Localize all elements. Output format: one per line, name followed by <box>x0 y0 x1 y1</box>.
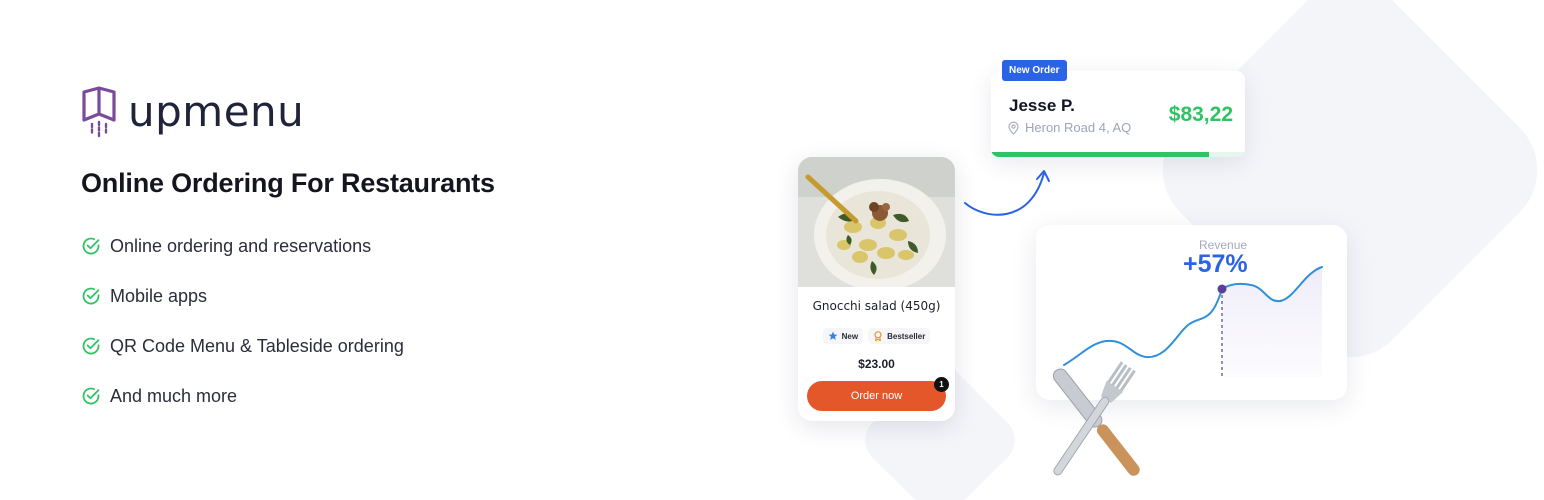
product-title: Gnocchi salad (450g) <box>812 299 941 313</box>
tag-new: New <box>822 328 864 344</box>
feature-label: Online ordering and reservations <box>110 236 372 256</box>
location-pin-icon <box>1008 121 1019 135</box>
feature-label: And much more <box>110 386 238 406</box>
product-price: $23.00 <box>858 357 895 371</box>
check-circle-icon <box>82 387 100 405</box>
new-order-badge: New Order <box>1002 60 1067 81</box>
product-tags: New Bestseller <box>798 328 955 344</box>
check-circle-icon <box>82 337 100 355</box>
page-title: Online Ordering For Restaurants <box>81 168 495 198</box>
feature-item: Mobile apps <box>81 284 404 334</box>
revenue-value: +57% <box>1183 250 1248 278</box>
order-progress-fill <box>991 152 1210 157</box>
product-card[interactable]: Gnocchi salad (450g) New Bestseller $23.… <box>798 157 955 421</box>
brand-logo: upmenu <box>80 86 304 138</box>
check-circle-icon <box>82 237 100 255</box>
brand-name: upmenu <box>128 87 305 136</box>
feature-item: And much more <box>81 384 404 434</box>
logo-mark-icon <box>82 86 116 138</box>
curved-arrow-icon <box>964 170 1050 216</box>
order-progress-bar <box>991 152 1245 157</box>
order-card[interactable]: Jesse P. Heron Road 4, AQ $83,22 <box>991 71 1245 157</box>
cart-count-badge: 1 <box>934 377 949 392</box>
tag-label: Bestseller <box>887 331 926 341</box>
star-icon <box>828 331 838 340</box>
feature-label: Mobile apps <box>110 286 208 306</box>
gnocchi-dish-illustration <box>798 157 955 287</box>
product-photo <box>798 157 955 287</box>
feature-item: QR Code Menu & Tableside ordering <box>81 334 404 384</box>
order-now-button[interactable]: Order now <box>807 381 946 411</box>
customer-name: Jesse P. <box>1009 96 1075 115</box>
award-icon <box>874 331 882 341</box>
order-amount: $83,22 <box>1168 103 1233 126</box>
tag-label: New <box>841 331 859 341</box>
feature-item: Online ordering and reservations <box>81 234 404 284</box>
tag-bestseller: Bestseller <box>868 328 931 344</box>
fork-and-knife-icon <box>1052 361 1140 476</box>
feature-label: QR Code Menu & Tableside ordering <box>110 336 404 356</box>
address-text: Heron Road 4, AQ <box>1025 120 1132 135</box>
order-address: Heron Road 4, AQ <box>1007 120 1131 135</box>
feature-list: Online ordering and reservations Mobile … <box>81 234 404 434</box>
check-circle-icon <box>82 287 100 305</box>
